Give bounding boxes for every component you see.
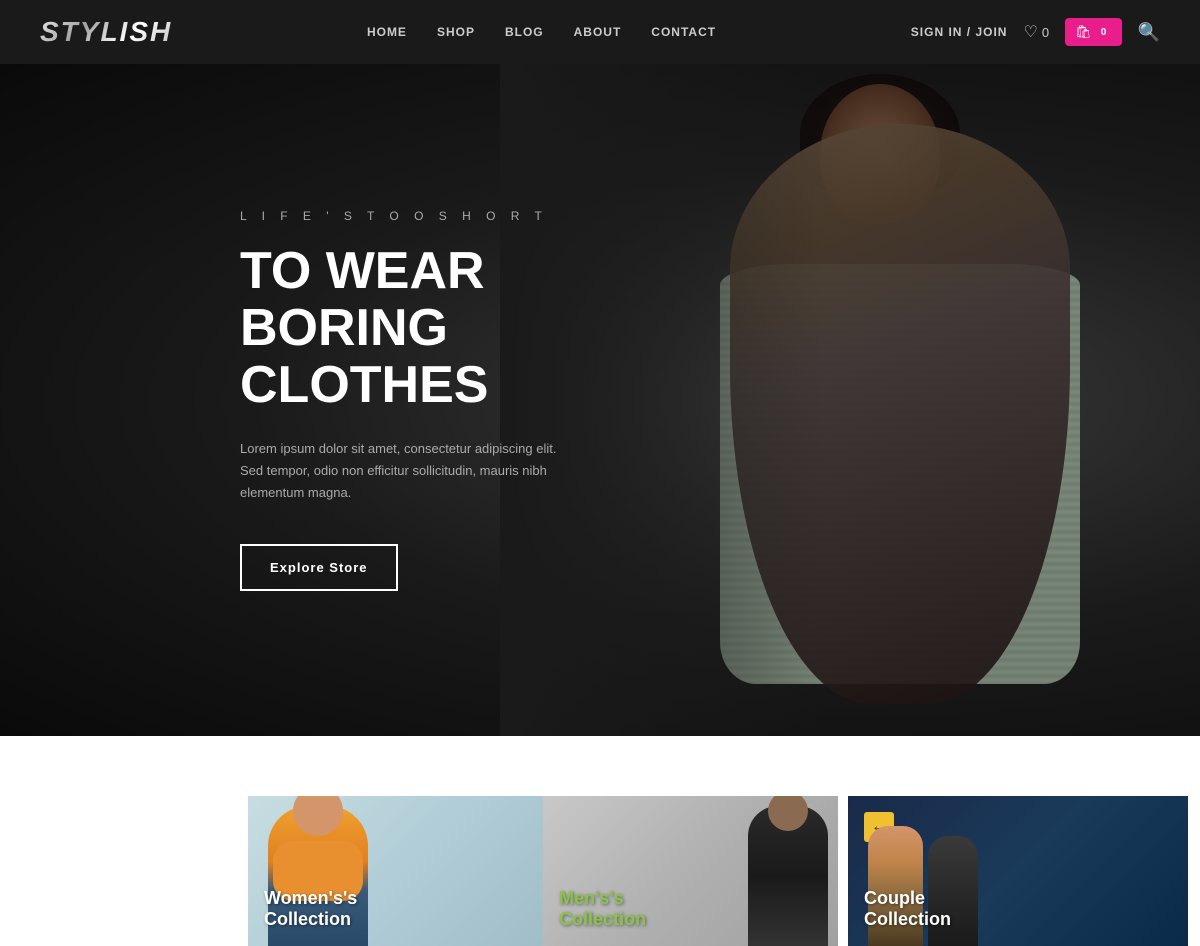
collections-grid: Women's's Collection Men's's Collection … (0, 796, 1200, 946)
hero-model-image (500, 64, 1150, 736)
bag-icon: 🛍 (1075, 24, 1092, 40)
hero-description: Lorem ipsum dolor sit amet, consectetur … (240, 438, 580, 504)
nav-shop[interactable]: SHOP (437, 25, 475, 39)
couple-bg: ← Couple Collection (848, 796, 1188, 946)
cart-button[interactable]: 🛍 0 (1065, 18, 1122, 46)
collection-card-left[interactable]: Women's's Collection Men's's Collection (248, 796, 838, 946)
navbar: Stylish HOME SHOP BLOG ABOUT CONTACT SIG… (0, 0, 1200, 64)
signin-button[interactable]: SIGN IN / JOIN (911, 25, 1008, 39)
men-figure (748, 806, 828, 946)
collections-section: Women's's Collection Men's's Collection … (0, 736, 1200, 946)
hero-title-line1: TO WEAR BORING (240, 242, 485, 357)
model-overlay (500, 64, 1150, 736)
nav-about[interactable]: ABOUT (574, 25, 622, 39)
nav-links: HOME SHOP BLOG ABOUT CONTACT (367, 23, 716, 41)
navbar-actions: SIGN IN / JOIN ♡ 0 🛍 0 🔍 (911, 18, 1160, 46)
nav-blog[interactable]: BLOG (505, 25, 544, 39)
nav-contact[interactable]: CONTACT (651, 25, 716, 39)
cart-count: 0 (1096, 24, 1112, 40)
heart-icon: ♡ (1023, 22, 1037, 42)
nav-home[interactable]: HOME (367, 25, 407, 39)
brand-logo[interactable]: Stylish (40, 16, 172, 48)
explore-store-button[interactable]: Explore Store (240, 544, 398, 591)
hero-section: L I F E ' S T O O S H O R T TO WEAR BORI… (0, 64, 1200, 736)
wishlist-button[interactable]: ♡ 0 (1023, 22, 1049, 42)
couple-collection-label: Couple Collection (864, 888, 951, 930)
women-collection-label: Women's's Collection (264, 888, 357, 930)
hero-content: L I F E ' S T O O S H O R T TO WEAR BORI… (0, 209, 580, 592)
collection-couple[interactable]: ← Couple Collection (848, 796, 1188, 946)
hero-tagline: L I F E ' S T O O S H O R T (240, 209, 580, 223)
collection-women[interactable]: Women's's Collection (248, 796, 543, 946)
collection-men[interactable]: Men's's Collection (543, 796, 838, 946)
men-collection-label: Men's's Collection (559, 888, 646, 930)
search-button[interactable]: 🔍 (1138, 22, 1160, 43)
search-icon: 🔍 (1138, 22, 1160, 42)
hero-title: TO WEAR BORING CLOTHES (240, 243, 580, 415)
wishlist-count: 0 (1042, 25, 1049, 40)
hero-title-line2: CLOTHES (240, 356, 488, 414)
